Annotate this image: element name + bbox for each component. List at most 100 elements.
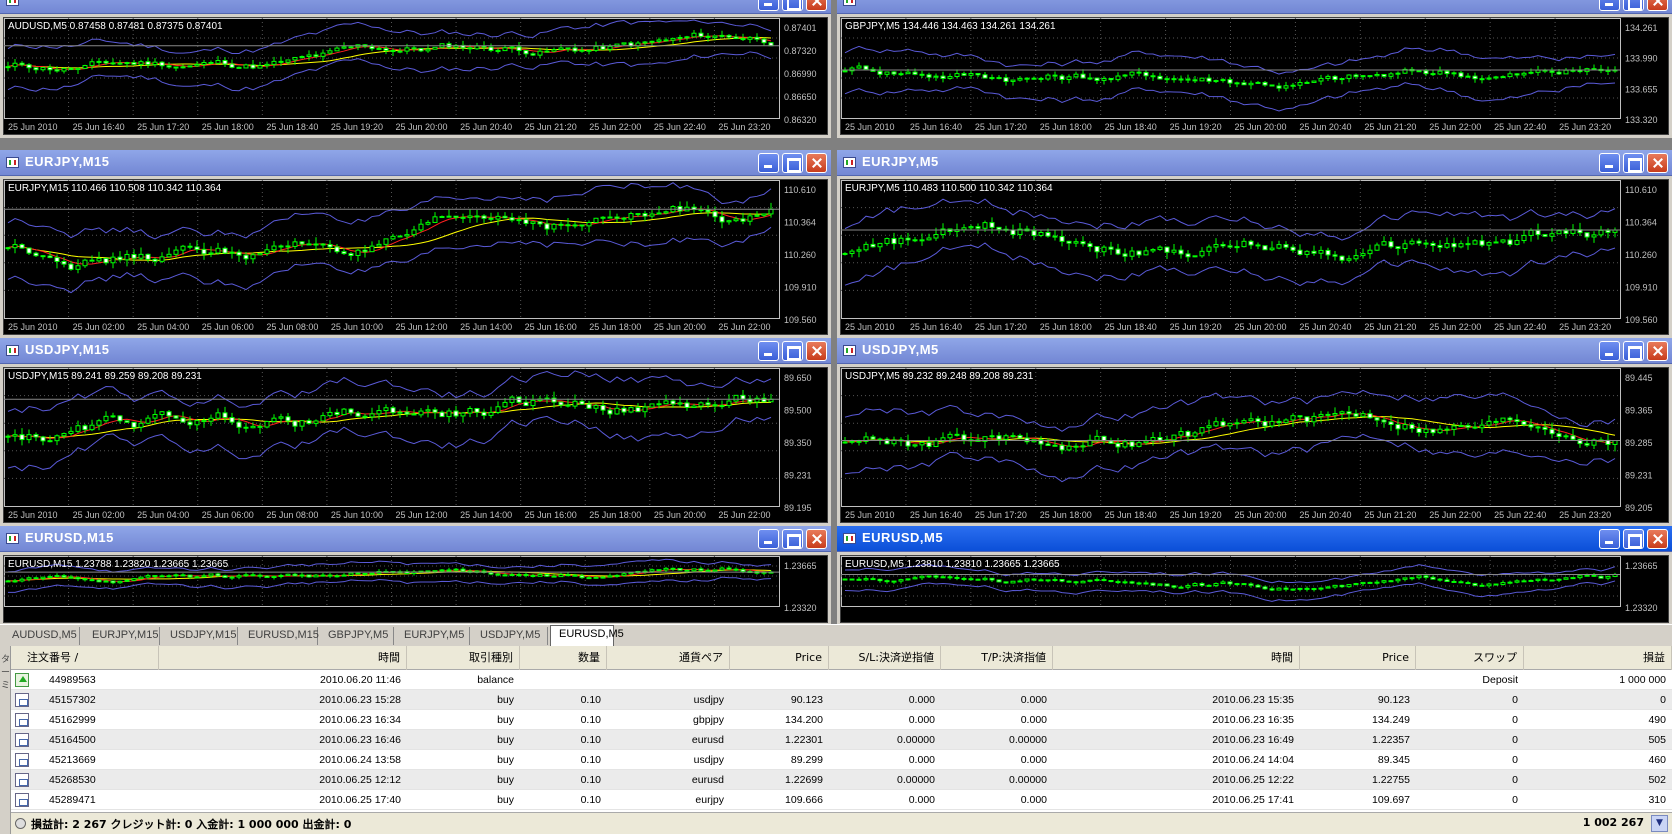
chart-titlebar[interactable] — [837, 0, 1672, 14]
close-button[interactable] — [1647, 529, 1668, 549]
table-row[interactable]: 45157302 2010.06.23 15:28 buy 0.10 usdjpy 90.… — [11, 690, 1672, 710]
close-button[interactable] — [806, 529, 827, 549]
candle — [754, 214, 760, 217]
candle — [1388, 580, 1394, 583]
chart-window-uj15[interactable]: USDJPY,M15 USDJPY,M15 89.241 89.259 89.2… — [0, 338, 831, 526]
chart-canvas[interactable]: AUDUSD,M5 0.87458 0.87481 0.87375 0.8740… — [3, 17, 828, 135]
maximize-button[interactable] — [782, 153, 803, 173]
candle — [877, 70, 883, 75]
maximize-button[interactable] — [1623, 153, 1644, 173]
chart-titlebar[interactable]: EURJPY,M15 — [0, 150, 831, 176]
chart-tab-eurjpy-m15[interactable]: EURJPY,M15 — [84, 627, 160, 645]
candle — [905, 237, 911, 241]
chart-window-eu5[interactable]: EURUSD,M5 EURUSD,M5 1.23810 1.23810 1.23… — [837, 526, 1672, 624]
chart-window-uj5[interactable]: USDJPY,M5 USDJPY,M5 89.232 89.248 89.208… — [837, 338, 1672, 526]
table-row[interactable]: 45268530 2010.06.25 12:12 buy 0.10 eurusd 1.2… — [11, 770, 1672, 790]
column-header[interactable]: Price — [1300, 646, 1416, 670]
table-row[interactable]: 45289471 2010.06.25 17:40 buy 0.10 eurjpy 109… — [11, 790, 1672, 810]
close-button[interactable] — [806, 0, 827, 11]
chart-titlebar[interactable]: EURUSD,M15 — [0, 526, 831, 552]
chart-tab-eurusd-m15[interactable]: EURUSD,M15 — [240, 627, 319, 645]
maximize-button[interactable] — [1623, 529, 1644, 549]
candle — [1157, 583, 1163, 586]
candle — [940, 576, 946, 579]
candle — [933, 75, 939, 78]
chart-tab-gbpjpy-m5[interactable]: GBPJPY,M5 — [320, 627, 394, 645]
candle — [509, 574, 515, 577]
maximize-button[interactable] — [782, 341, 803, 361]
column-header[interactable]: T/P:決済指値 — [941, 646, 1053, 670]
chart-tab-usdjpy-m5[interactable]: USDJPY,M5 — [472, 627, 548, 645]
column-header[interactable]: 数量 — [520, 646, 607, 670]
candle — [159, 256, 165, 262]
candle — [961, 227, 967, 231]
chart-titlebar[interactable]: USDJPY,M5 — [837, 338, 1672, 364]
minimize-button[interactable] — [1599, 529, 1620, 549]
close-button[interactable] — [1647, 341, 1668, 361]
candle — [1199, 77, 1205, 82]
minimize-button[interactable] — [1599, 153, 1620, 173]
close-button[interactable] — [806, 341, 827, 361]
close-button[interactable] — [1647, 153, 1668, 173]
chart-tab-eurjpy-m5[interactable]: EURJPY,M5 — [396, 627, 470, 645]
table-row[interactable]: 44989563 2010.06.20 11:46 balance Deposit 1 … — [11, 670, 1672, 690]
candle — [989, 577, 995, 581]
minimize-button[interactable] — [1599, 341, 1620, 361]
close-button[interactable] — [1647, 0, 1668, 11]
chart-canvas[interactable]: USDJPY,M15 89.241 89.259 89.208 89.231 89… — [3, 367, 828, 523]
chart-tab-audusd-m5[interactable]: AUDUSD,M5 — [4, 627, 80, 645]
column-header[interactable]: スワップ — [1416, 646, 1524, 670]
maximize-button[interactable] — [782, 0, 803, 11]
table-row[interactable]: 45164500 2010.06.23 16:46 buy 0.10 eurusd 1.2… — [11, 730, 1672, 750]
chart-window-eu15[interactable]: EURUSD,M15 EURUSD,M15 1.23788 1.23820 1.… — [0, 526, 831, 624]
maximize-button[interactable] — [1623, 341, 1644, 361]
minimize-button[interactable] — [758, 0, 779, 11]
column-header[interactable]: 時間 — [1053, 646, 1300, 670]
minimize-button[interactable] — [758, 153, 779, 173]
column-header[interactable]: 損益 — [1524, 646, 1672, 670]
chart-titlebar[interactable]: USDJPY,M15 — [0, 338, 831, 364]
chart-window-gbp5[interactable]: GBPJPY,M5 134.446 134.463 134.261 134.26… — [837, 0, 1672, 138]
candle — [236, 421, 242, 428]
column-header[interactable]: 取引種別 — [407, 646, 520, 670]
minimize-button[interactable] — [758, 341, 779, 361]
summary-scroll-button[interactable]: ▼ — [1651, 815, 1668, 832]
column-header[interactable]: 注文番号 / — [21, 646, 159, 670]
candle — [166, 411, 172, 417]
candle — [1395, 246, 1401, 250]
chart-canvas[interactable]: EURUSD,M15 1.23788 1.23820 1.23665 1.236… — [3, 555, 828, 623]
candle — [607, 409, 613, 415]
minimize-button[interactable] — [1599, 0, 1620, 11]
chart-tab-usdjpy-m15[interactable]: USDJPY,M15 — [162, 627, 238, 645]
candle — [1409, 577, 1415, 580]
chart-canvas[interactable]: EURJPY,M15 110.466 110.508 110.342 110.3… — [3, 179, 828, 335]
candle — [460, 568, 466, 572]
column-header[interactable]: S/L:決済逆指値 — [829, 646, 941, 670]
column-header[interactable]: 時間 — [159, 646, 407, 670]
chart-canvas[interactable]: EURJPY,M5 110.483 110.500 110.342 110.36… — [840, 179, 1669, 335]
chart-window-aud15[interactable]: AUDUSD,M5 0.87458 0.87481 0.87375 0.8740… — [0, 0, 831, 138]
candle — [1339, 411, 1345, 414]
chart-window-ej5[interactable]: EURJPY,M5 EURJPY,M5 110.483 110.500 110.… — [837, 150, 1672, 338]
table-row[interactable]: 45162999 2010.06.23 16:34 buy 0.10 gbpjpy 134… — [11, 710, 1672, 730]
chart-titlebar[interactable] — [0, 0, 831, 14]
chart-titlebar[interactable]: EURUSD,M5 — [837, 526, 1672, 552]
indicator-line — [7, 415, 772, 472]
table-row[interactable]: 45213669 2010.06.24 13:58 buy 0.10 usdjpy 89.… — [11, 750, 1672, 770]
chart-titlebar[interactable]: EURJPY,M5 — [837, 150, 1672, 176]
close-button[interactable] — [806, 153, 827, 173]
column-header[interactable]: Price — [730, 646, 829, 670]
chart-canvas[interactable]: USDJPY,M5 89.232 89.248 89.208 89.231 89.… — [840, 367, 1669, 523]
chart-window-ej15[interactable]: EURJPY,M15 EURJPY,M15 110.466 110.508 11… — [0, 150, 831, 338]
chart-canvas[interactable]: GBPJPY,M5 134.446 134.463 134.261 134.26… — [840, 17, 1669, 135]
column-header[interactable]: 通貨ペア — [607, 646, 730, 670]
maximize-button[interactable] — [1623, 0, 1644, 11]
chart-canvas[interactable]: EURUSD,M5 1.23810 1.23810 1.23665 1.2366… — [840, 555, 1669, 623]
chart-tab-eurusd-m5[interactable]: EURUSD,M5 — [550, 625, 624, 646]
maximize-button[interactable] — [782, 529, 803, 549]
minimize-button[interactable] — [758, 529, 779, 549]
candle — [1038, 231, 1044, 236]
candle — [961, 73, 967, 76]
candle — [649, 403, 655, 408]
time-label: 25 Jun 12:00 — [396, 510, 448, 520]
